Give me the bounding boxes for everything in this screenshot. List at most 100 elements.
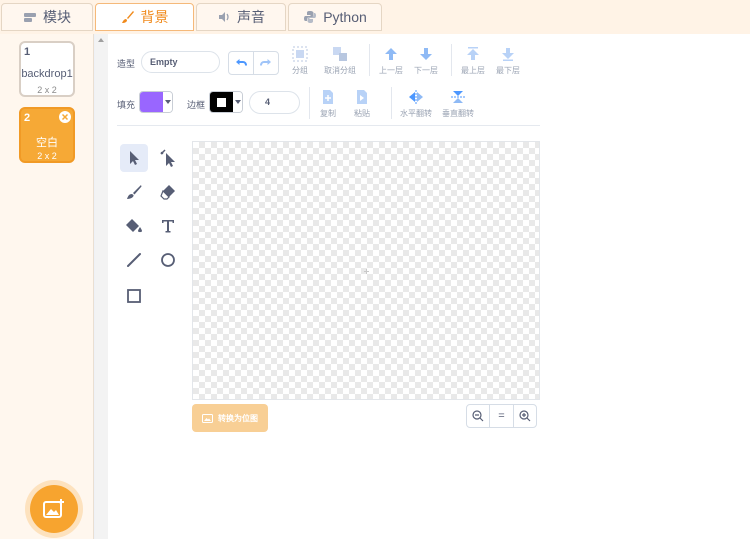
divider xyxy=(369,44,370,76)
scrollbar[interactable] xyxy=(95,34,108,539)
outline-label: 边框 xyxy=(187,100,206,110)
eraser-tool[interactable] xyxy=(154,178,182,206)
backdrop-size: 2 x 2 xyxy=(37,85,57,95)
delete-backdrop-button[interactable] xyxy=(59,111,71,123)
tab-backdrops[interactable]: 背景 xyxy=(95,3,194,31)
flip-horizontal-label: 水平翻转 xyxy=(400,109,432,118)
flip-horizontal-icon xyxy=(409,90,423,104)
crosshair-icon xyxy=(364,269,369,274)
tab-label: 模块 xyxy=(43,9,71,25)
outline-width-input[interactable]: 4 xyxy=(249,91,300,114)
close-icon xyxy=(61,113,69,121)
backdrop-name: backdrop1 xyxy=(21,68,73,80)
eraser-icon xyxy=(160,185,175,200)
zoom-reset-button[interactable]: = xyxy=(489,405,512,427)
backdrop-item[interactable]: 1 backdrop1 2 x 2 xyxy=(19,41,75,97)
tab-python[interactable]: Python xyxy=(288,3,382,31)
backdrop-number: 2 xyxy=(24,112,31,124)
fill-color-picker[interactable] xyxy=(139,91,173,113)
paste-icon xyxy=(357,90,367,104)
backdrop-item-selected[interactable]: 2 空白 2 x 2 xyxy=(19,107,75,163)
group-icon xyxy=(292,46,308,62)
line-icon xyxy=(127,253,141,267)
divider xyxy=(451,44,452,76)
zoom-in-icon xyxy=(519,410,531,422)
copy-icon xyxy=(323,90,333,104)
fill-label: 填充 xyxy=(117,100,136,110)
fill-tool[interactable] xyxy=(120,212,148,240)
python-icon xyxy=(304,11,317,23)
group-label: 分组 xyxy=(292,66,308,75)
ungroup-label: 取消分组 xyxy=(324,66,356,75)
brush-icon xyxy=(121,11,134,23)
flip-horizontal-button[interactable]: 水平翻转 xyxy=(400,89,432,119)
tab-sounds[interactable]: 声音 xyxy=(196,3,286,31)
arrow-pointer-icon xyxy=(130,151,139,165)
circle-icon xyxy=(161,253,175,267)
back-label: 最下层 xyxy=(496,66,520,75)
scroll-up-arrow-icon xyxy=(98,38,104,42)
tab-blocks[interactable]: 模块 xyxy=(1,3,93,31)
flip-vertical-button[interactable]: 垂直翻转 xyxy=(442,89,474,119)
add-backdrop-button[interactable] xyxy=(30,485,78,533)
flip-vertical-icon xyxy=(451,91,465,103)
zoom-out-button[interactable] xyxy=(467,405,489,427)
toolbar-divider xyxy=(117,125,540,126)
front-button[interactable]: 最上层 xyxy=(461,46,485,76)
rectangle-tool[interactable] xyxy=(120,282,148,310)
front-label: 最上层 xyxy=(461,66,485,75)
tab-label: 背景 xyxy=(140,9,169,25)
reshape-icon xyxy=(160,149,175,167)
paintbrush-icon xyxy=(127,185,142,199)
chevron-down-icon xyxy=(234,100,241,104)
backdrop-number: 1 xyxy=(24,46,31,58)
divider xyxy=(309,87,310,119)
bring-to-front-icon xyxy=(467,47,479,60)
forward-button[interactable]: 上一层 xyxy=(379,46,403,76)
group-button[interactable]: 分组 xyxy=(292,46,308,76)
backward-button[interactable]: 下一层 xyxy=(414,46,438,76)
redo-button[interactable] xyxy=(254,52,278,74)
brush-tool[interactable] xyxy=(120,178,148,206)
copy-button[interactable]: 复制 xyxy=(320,89,336,119)
text-icon xyxy=(162,220,174,233)
paste-label: 粘贴 xyxy=(354,109,370,118)
line-tool[interactable] xyxy=(120,246,148,274)
zoom-out-icon xyxy=(472,410,484,422)
ungroup-button[interactable]: 取消分组 xyxy=(324,46,356,76)
arrow-down-icon xyxy=(420,48,432,60)
fill-swatch xyxy=(140,92,163,112)
zoom-controls: = xyxy=(466,404,537,428)
tab-label: Python xyxy=(323,9,367,25)
zoom-in-button[interactable] xyxy=(512,405,536,427)
copy-label: 复制 xyxy=(320,109,336,118)
drawing-canvas[interactable] xyxy=(192,141,540,400)
paste-button[interactable]: 粘贴 xyxy=(354,89,370,119)
undo-icon xyxy=(236,59,247,66)
convert-to-bitmap-button[interactable]: 转换为位图 xyxy=(192,404,268,432)
undo-redo-group xyxy=(228,51,279,75)
backward-label: 下一层 xyxy=(414,66,438,75)
back-button[interactable]: 最下层 xyxy=(496,46,520,76)
editor-tabs: 模块 背景 声音 Python xyxy=(0,0,750,34)
circle-tool[interactable] xyxy=(154,246,182,274)
paint-editor: 造型 Empty 分组 取消分组 上一层 下一层 最上层 最下层 填充 边框 4… xyxy=(108,34,750,539)
select-tool[interactable] xyxy=(120,144,148,172)
tab-label: 声音 xyxy=(237,9,265,25)
outline-color-picker[interactable] xyxy=(209,91,243,113)
backdrop-size: 2 x 2 xyxy=(37,151,57,161)
reshape-tool[interactable] xyxy=(154,144,182,172)
send-to-back-icon xyxy=(502,48,514,61)
costume-label: 造型 xyxy=(117,59,136,69)
blocks-icon xyxy=(24,13,36,22)
add-image-icon xyxy=(43,499,64,518)
backdrop-name: 空白 xyxy=(36,137,58,149)
outline-swatch xyxy=(210,92,233,112)
divider xyxy=(391,87,392,119)
costume-name-input[interactable]: Empty xyxy=(141,51,220,73)
flip-vertical-label: 垂直翻转 xyxy=(442,109,474,118)
undo-button[interactable] xyxy=(229,52,254,74)
chevron-down-icon xyxy=(164,100,171,104)
paint-bucket-icon xyxy=(126,219,142,233)
text-tool[interactable] xyxy=(154,212,182,240)
